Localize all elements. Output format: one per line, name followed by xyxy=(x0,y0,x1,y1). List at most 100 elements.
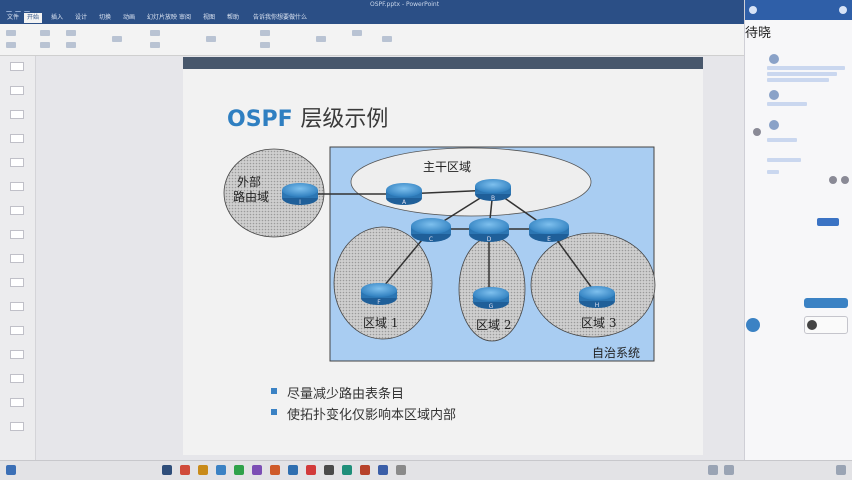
slide-thumbnail[interactable] xyxy=(10,110,24,119)
slide-thumbnail[interactable] xyxy=(10,398,24,407)
replace-icon[interactable] xyxy=(382,36,392,42)
notification-icon[interactable] xyxy=(836,465,846,475)
taskbar-app-icon[interactable] xyxy=(378,465,388,475)
router-label: B xyxy=(491,195,495,202)
start-icon[interactable] xyxy=(6,465,16,475)
taskbar-app-icon[interactable] xyxy=(216,465,226,475)
area-2-label: 区域 2 xyxy=(476,318,512,332)
slide-thumbnail[interactable] xyxy=(10,86,24,95)
router-a-icon[interactable]: A xyxy=(386,183,422,206)
router-c-icon[interactable]: C xyxy=(411,218,451,243)
tab-help[interactable]: 帮助 xyxy=(224,13,242,23)
autonomous-system-label: 自治系统 xyxy=(592,346,641,360)
taskbar-app-icon[interactable] xyxy=(342,465,352,475)
image-icon[interactable] xyxy=(829,176,837,184)
external-domain-line-1: 外部 xyxy=(237,175,262,189)
taskbar-app-icon[interactable] xyxy=(396,465,406,475)
taskbar-app-icon[interactable] xyxy=(180,465,190,475)
avatar xyxy=(807,320,817,330)
close-icon[interactable] xyxy=(839,6,847,14)
avatar xyxy=(769,90,779,100)
slide-thumbnail[interactable] xyxy=(10,62,24,71)
shapes-icon[interactable] xyxy=(206,36,216,42)
floating-pill-button[interactable] xyxy=(804,298,848,308)
align-icon[interactable] xyxy=(150,30,160,36)
quick-access-toolbar[interactable] xyxy=(6,2,46,17)
tab-home[interactable]: 开始 xyxy=(24,13,43,23)
taskbar-app-icon[interactable] xyxy=(360,465,370,475)
tab-design[interactable]: 设计 xyxy=(72,13,90,23)
slide-thumbnail[interactable] xyxy=(10,422,24,431)
router-g-icon[interactable]: G xyxy=(473,287,509,310)
taskbar-app-icon[interactable] xyxy=(324,465,334,475)
tab-slideshow[interactable]: 幻灯片放映 xyxy=(144,13,180,23)
more-icon[interactable] xyxy=(841,176,849,184)
slide-thumbnail[interactable] xyxy=(10,302,24,311)
slide-thumbnail[interactable] xyxy=(10,374,24,383)
chat-side-panel: 待晓 xyxy=(744,0,852,460)
taskbar-app-icon[interactable] xyxy=(306,465,316,475)
slide-thumbnail[interactable] xyxy=(10,182,24,191)
slide-thumbnail[interactable] xyxy=(10,326,24,335)
list-icon[interactable] xyxy=(150,42,160,48)
router-d-icon[interactable]: D xyxy=(469,218,509,243)
window-title: OSPF.pptx - PowerPoint xyxy=(370,1,440,8)
arrange-icon[interactable] xyxy=(260,30,270,36)
slide-thumbnail[interactable] xyxy=(10,278,24,287)
bold-icon[interactable] xyxy=(66,42,76,48)
floating-circle-button[interactable] xyxy=(746,318,760,332)
ribbon-tabs: 文件 开始 插入 设计 切换 动画 幻灯片放映 审阅 视图 帮助 告诉我你想要做… xyxy=(0,12,744,24)
quick-styles-icon[interactable] xyxy=(260,42,270,48)
slide-thumbnail[interactable] xyxy=(10,158,24,167)
chat-message xyxy=(767,158,801,162)
tab-review[interactable]: 审阅 xyxy=(176,13,194,23)
router-b-icon[interactable]: B xyxy=(475,179,511,202)
ribbon-toolbar xyxy=(0,24,744,56)
tell-me-search[interactable]: 告诉我你想要做什么 xyxy=(250,13,310,23)
router-h-icon[interactable]: H xyxy=(579,286,615,309)
layout-icon[interactable] xyxy=(40,42,50,48)
back-icon[interactable] xyxy=(749,6,757,14)
router-f-icon[interactable]: F xyxy=(361,283,397,306)
router-label: G xyxy=(489,303,494,310)
font-icon[interactable] xyxy=(66,30,76,36)
new-slide-icon[interactable] xyxy=(40,30,50,36)
slide[interactable]: OSPF 层级示例 I A B C D E F G H 外部 路由域 主干区域 … xyxy=(183,57,703,455)
taskbar-app-icon[interactable] xyxy=(198,465,208,475)
bullet-list[interactable]: 尽量减少路由表条目 使拓扑变化仅影响本区域内部 xyxy=(271,383,456,425)
clipboard-icon[interactable] xyxy=(6,42,16,48)
send-button[interactable] xyxy=(817,218,839,226)
tray-icon[interactable] xyxy=(724,465,734,475)
slide-thumbnail[interactable] xyxy=(10,350,24,359)
router-label: F xyxy=(377,299,381,306)
taskbar-app-icon[interactable] xyxy=(288,465,298,475)
tab-view[interactable]: 视图 xyxy=(200,13,218,23)
paragraph-icon[interactable] xyxy=(112,36,122,42)
router-i-icon[interactable]: I xyxy=(282,183,318,206)
slide-thumbnail[interactable] xyxy=(10,134,24,143)
slide-thumbnail[interactable] xyxy=(10,254,24,263)
tray-icon[interactable] xyxy=(708,465,718,475)
router-label: C xyxy=(429,236,433,243)
taskbar-app-icon[interactable] xyxy=(162,465,172,475)
router-e-icon[interactable]: E xyxy=(529,218,569,243)
find-icon[interactable] xyxy=(352,30,362,36)
floating-user-card[interactable] xyxy=(804,316,848,334)
tab-insert[interactable]: 插入 xyxy=(48,13,66,23)
bullet-item: 尽量减少路由表条目 xyxy=(271,383,456,404)
taskbar-app-icon[interactable] xyxy=(234,465,244,475)
taskbar-app-icon[interactable] xyxy=(252,465,262,475)
slide-thumbnail[interactable] xyxy=(10,230,24,239)
area-3-label: 区域 3 xyxy=(581,316,617,330)
tab-transitions[interactable]: 切换 xyxy=(96,13,114,23)
slide-thumbnail[interactable] xyxy=(10,206,24,215)
shape-fill-icon[interactable] xyxy=(316,36,326,42)
tab-animations[interactable]: 动画 xyxy=(120,13,138,23)
paste-icon[interactable] xyxy=(6,30,16,36)
area-1-label: 区域 1 xyxy=(363,316,399,330)
emoji-icon[interactable] xyxy=(753,128,761,136)
tab-file[interactable]: 文件 xyxy=(4,13,22,23)
chat-message xyxy=(767,72,837,76)
slide-thumbnail-pane xyxy=(0,56,36,460)
taskbar-app-icon[interactable] xyxy=(270,465,280,475)
